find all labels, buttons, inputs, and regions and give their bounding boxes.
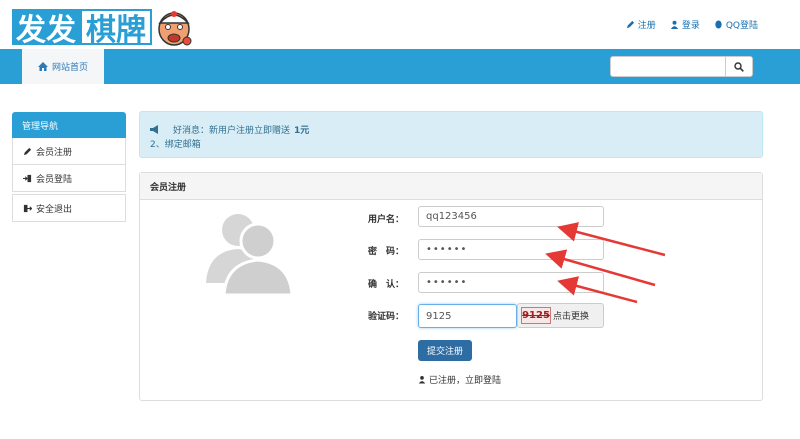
sidebar-item-label: 安全退出 — [36, 204, 73, 215]
notice-text-1: 好消息：新用户注册立即赠送 — [173, 126, 291, 136]
nav-home-label: 网站首页 — [51, 63, 88, 73]
header: 发发 棋牌 注册 登录 QQ登陆 — [0, 0, 800, 50]
sidebar-item-register[interactable]: 会员注册 — [12, 138, 126, 165]
logout-icon — [23, 204, 32, 212]
register-link-label: 注册 — [637, 21, 656, 31]
sidebar-item-logout[interactable]: 安全退出 — [12, 194, 126, 222]
confirm-password-input[interactable]: •••••• — [418, 272, 604, 293]
sidebar-item-label: 会员注册 — [36, 147, 73, 158]
captcha-refresh-button[interactable]: 9125 点击更换 — [517, 303, 604, 328]
home-icon — [37, 62, 48, 71]
username-label: 用户名： — [367, 215, 404, 225]
sidebar-title: 管理导航 — [12, 112, 126, 138]
qq-icon — [715, 20, 722, 29]
sidebar-item-label: 会员登陆 — [36, 174, 73, 185]
captcha-image: 9125 — [521, 307, 551, 324]
search-input[interactable] — [611, 57, 727, 76]
login-icon — [23, 174, 32, 182]
sidebar: 管理导航 会员注册 会员登陆 安全退出 — [12, 112, 126, 222]
logo-text-1: 发发 — [12, 9, 80, 48]
already-registered-label: 已注册，立即登陆 — [429, 376, 502, 386]
nav-bar: 网站首页 — [0, 49, 800, 84]
pencil-icon — [626, 20, 634, 29]
notice-line-1: 好消息：新用户注册立即赠送 1元 — [150, 123, 309, 136]
register-panel: 会员注册 用户名： qq123456 密 码： •••••• 确 认： ••••… — [139, 172, 763, 401]
confirm-password-label: 确 认： — [367, 280, 404, 290]
panel-title: 会员注册 — [140, 173, 762, 200]
sidebar-item-login[interactable]: 会员登陆 — [12, 165, 126, 192]
submit-register-button[interactable]: 提交注册 — [418, 340, 472, 361]
logo-text-2: 棋牌 — [80, 9, 152, 48]
nav-home-tab[interactable]: 网站首页 — [22, 49, 104, 84]
search-button[interactable] — [725, 57, 752, 76]
qq-login-link[interactable]: QQ登陆 — [714, 18, 758, 31]
captcha-label: 验证码： — [367, 312, 404, 322]
notice-alert: 好消息：新用户注册立即赠送 1元 2、绑定邮箱 — [139, 111, 763, 158]
password-input[interactable]: •••••• — [418, 239, 604, 260]
mascot-icon — [158, 11, 192, 46]
site-logo[interactable]: 发发 棋牌 — [12, 6, 194, 48]
top-links: 注册 登录 QQ登陆 — [626, 18, 758, 31]
login-link-label: 登录 — [681, 21, 700, 31]
notice-bonus: 1元 — [294, 126, 310, 136]
pencil-icon — [23, 147, 32, 155]
qq-login-link-label: QQ登陆 — [725, 21, 758, 31]
search-icon — [734, 61, 744, 72]
search-box — [610, 56, 753, 77]
captcha-input[interactable]: 9125 — [418, 304, 517, 328]
password-label: 密 码： — [367, 247, 404, 257]
user-icon — [418, 376, 426, 384]
avatar-placeholder-icon — [206, 214, 294, 295]
register-link[interactable]: 注册 — [626, 18, 656, 31]
username-input[interactable]: qq123456 — [418, 206, 604, 227]
captcha-refresh-label: 点击更换 — [553, 312, 590, 322]
already-registered-link[interactable]: 已注册，立即登陆 — [418, 373, 501, 386]
user-icon — [670, 20, 678, 29]
login-link[interactable]: 登录 — [670, 18, 700, 31]
notice-line-2: 2、绑定邮箱 — [150, 140, 201, 150]
megaphone-icon — [150, 125, 158, 134]
